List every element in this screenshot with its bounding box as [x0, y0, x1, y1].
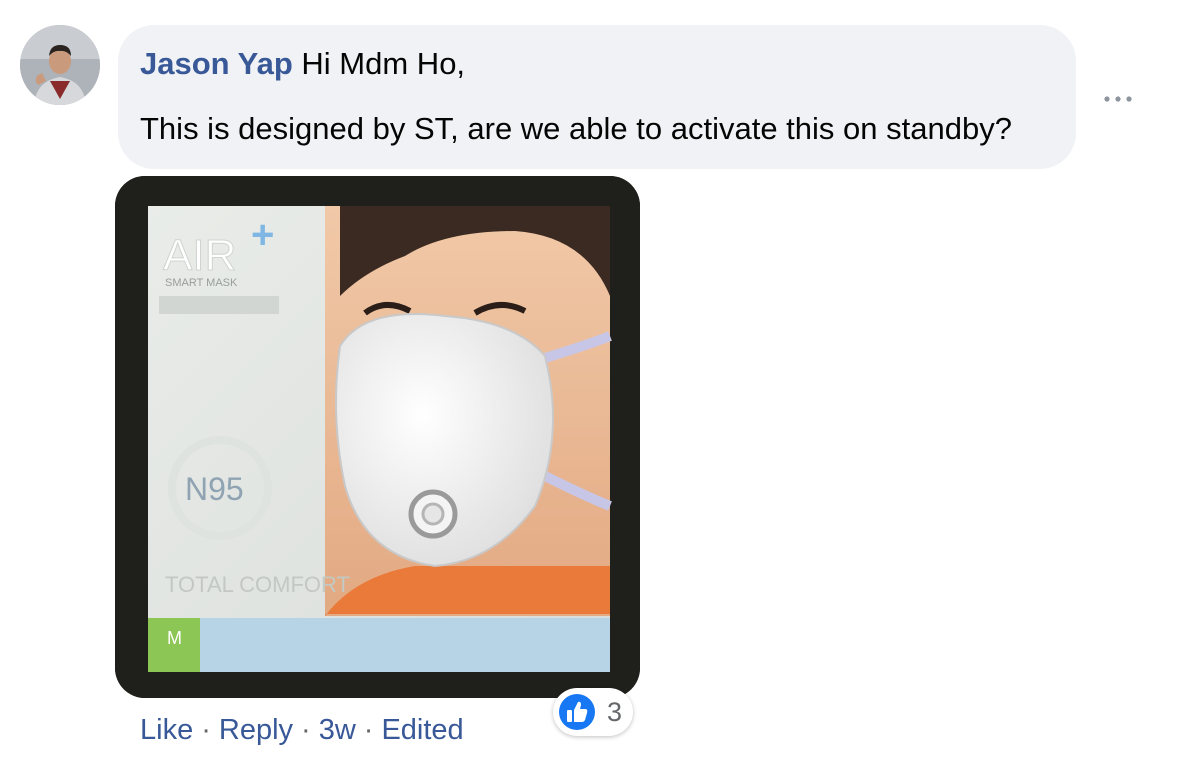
more-options-icon[interactable]	[1100, 88, 1136, 110]
reply-link[interactable]: Reply	[219, 714, 293, 746]
like-link[interactable]: Like	[140, 714, 193, 746]
separator: ·	[201, 714, 211, 746]
comment-body: This is designed by ST, are we able to a…	[140, 111, 1012, 146]
comment-photo[interactable]: AIR + SMART MASK N95 TOTAL COMFORT M	[115, 176, 640, 698]
brand-plus-text: +	[251, 213, 274, 257]
tagline-text: TOTAL COMFORT	[165, 572, 350, 597]
separator: ·	[301, 714, 311, 746]
avatar[interactable]	[20, 25, 100, 105]
brand-text: AIR	[163, 231, 236, 280]
avatar-photo	[20, 25, 100, 105]
separator: ·	[363, 714, 374, 746]
comment-first-line: Jason Yap Hi Mdm Ho,	[140, 45, 465, 83]
comment-greeting: Hi Mdm Ho,	[301, 46, 466, 81]
comment-actions: Like · Reply · 3w · Edited	[140, 712, 464, 748]
timestamp-link[interactable]: 3w	[319, 714, 356, 746]
author-name[interactable]: Jason Yap	[140, 46, 293, 81]
size-text: M	[167, 628, 182, 648]
certification-text: N95	[185, 471, 244, 507]
comment-bubble: Jason Yap Hi Mdm Ho, This is designed by…	[118, 25, 1076, 169]
reaction-summary[interactable]: 3	[553, 688, 633, 736]
like-thumb-icon	[559, 694, 595, 730]
mask-box-image: AIR + SMART MASK N95 TOTAL COMFORT M	[115, 176, 640, 698]
product-line-text: SMART MASK	[165, 277, 238, 289]
edited-link[interactable]: Edited	[381, 714, 463, 746]
reaction-count: 3	[607, 697, 623, 727]
comment-page: Jason Yap Hi Mdm Ho, This is designed by…	[0, 0, 1200, 772]
